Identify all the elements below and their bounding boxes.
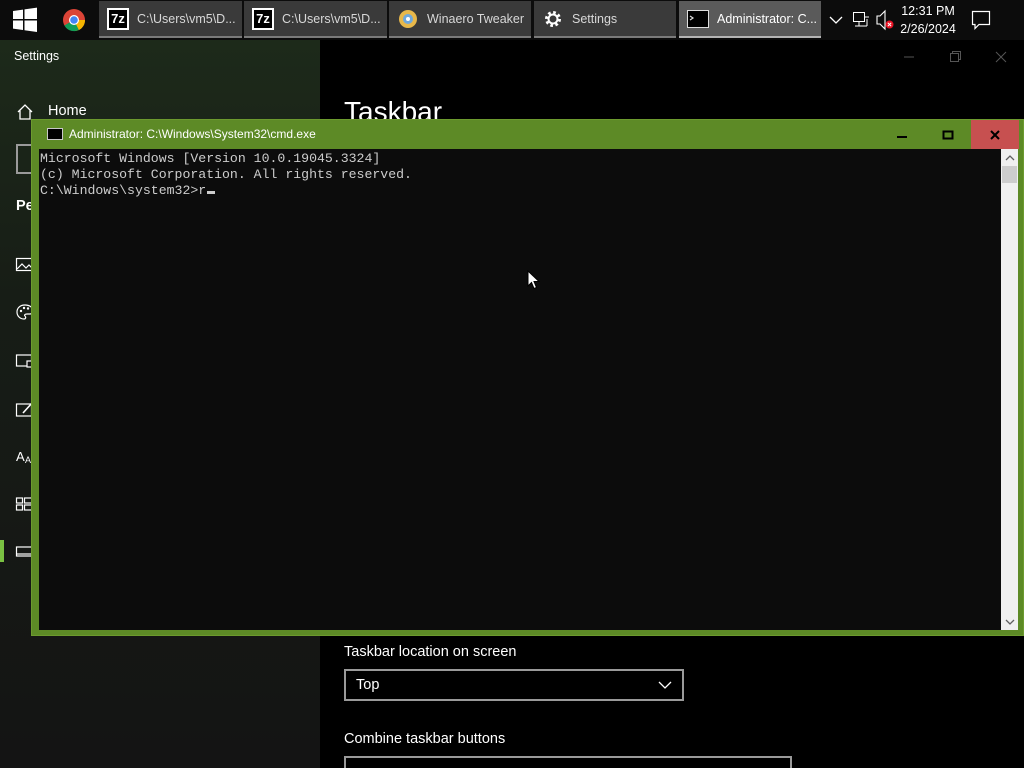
close-icon[interactable] — [978, 44, 1024, 70]
cmd-window-title: Administrator: C:\Windows\System32\cmd.e… — [69, 127, 316, 141]
clock[interactable]: 12:31 PM 2/26/2024 — [895, 2, 961, 38]
winaero-tweaker-icon — [397, 8, 419, 30]
cmd-titlebar[interactable]: Administrator: C:\Windows\System32\cmd.e… — [32, 120, 1023, 149]
gear-icon — [542, 8, 564, 30]
taskbar-location-dropdown[interactable]: Top — [344, 669, 684, 701]
taskbar-button-7zip-2[interactable]: 7z C:\Users\vm5\D... — [244, 1, 387, 38]
clock-time: 12:31 PM — [901, 4, 955, 18]
7zip-icon: 7z — [252, 7, 274, 30]
console-prompt: C:\Windows\system32>r — [40, 183, 207, 198]
7zip-icon: 7z — [107, 7, 129, 30]
close-icon — [990, 129, 1000, 140]
taskbar-button-label: Settings — [572, 11, 618, 26]
chevron-up-icon — [1005, 154, 1014, 160]
vertical-scrollbar[interactable] — [1001, 149, 1018, 630]
sidebar-item-home[interactable]: Home — [48, 103, 87, 119]
cmd-icon — [687, 8, 709, 30]
taskbar-location-value: Top — [356, 677, 380, 693]
maximize-icon — [942, 130, 954, 139]
settings-window-title: Settings — [14, 49, 60, 63]
mouse-pointer-icon — [527, 270, 541, 290]
cmd-minimize-button[interactable] — [879, 120, 925, 149]
chevron-down-icon — [1005, 619, 1014, 625]
combine-buttons-label: Combine taskbar buttons — [344, 731, 506, 747]
taskbar-button-cmd[interactable]: Administrator: C... — [679, 1, 821, 38]
taskbar-button-settings[interactable]: Settings — [534, 1, 676, 38]
taskbar-button-7zip-1[interactable]: 7z C:\Users\vm5\D... — [99, 1, 242, 38]
action-center-icon[interactable] — [970, 0, 992, 40]
taskbar-button-label: C:\Users\vm5\D... — [282, 11, 381, 26]
taskbar-button-label: C:\Users\vm5\D... — [137, 11, 236, 26]
scroll-thumb[interactable] — [1002, 166, 1017, 183]
svg-text:A: A — [16, 449, 25, 464]
network-icon[interactable] — [851, 0, 871, 40]
text-cursor — [207, 191, 216, 194]
chrome-icon — [63, 9, 86, 32]
scroll-down-button[interactable] — [1001, 613, 1018, 630]
windows-logo-icon — [13, 7, 37, 32]
console-output[interactable]: Microsoft Windows [Version 10.0.19045.33… — [39, 149, 1001, 630]
taskbar-button-winaero-tweaker[interactable]: Winaero Tweaker — [389, 1, 531, 38]
desktop: Settings Home Pe A A Taskbar Taskbar loc… — [0, 0, 1024, 768]
console-line: Microsoft Windows [Version 10.0.19045.33… — [40, 151, 381, 166]
minimize-icon[interactable] — [886, 44, 932, 70]
taskbar-location-label: Taskbar location on screen — [344, 644, 517, 660]
chevron-up-icon[interactable] — [828, 0, 844, 40]
clock-date: 2/26/2024 — [900, 22, 956, 36]
volume-muted-icon[interactable] — [875, 0, 895, 40]
start-button[interactable] — [0, 0, 50, 40]
taskbar-button-label: Winaero Tweaker — [427, 11, 525, 26]
cmd-window: Administrator: C:\Windows\System32\cmd.e… — [31, 119, 1024, 636]
scroll-up-button[interactable] — [1001, 149, 1018, 166]
cmd-maximize-button[interactable] — [925, 120, 971, 149]
console-text: Microsoft Windows [Version 10.0.19045.33… — [40, 151, 412, 199]
combine-buttons-dropdown[interactable] — [344, 756, 792, 768]
restore-icon[interactable] — [932, 44, 978, 70]
minimize-icon — [897, 135, 907, 138]
chevron-down-icon — [658, 681, 672, 689]
cmd-icon[interactable] — [47, 128, 63, 140]
taskbar-button-label: Administrator: C... — [717, 11, 818, 26]
cmd-close-button[interactable] — [971, 120, 1019, 149]
chrome-pinned-button[interactable] — [50, 0, 98, 40]
console-line: (c) Microsoft Corporation. All rights re… — [40, 167, 412, 182]
taskbar: 7z C:\Users\vm5\D... 7z C:\Users\vm5\D..… — [0, 0, 1024, 40]
selected-indicator — [0, 540, 4, 562]
console-prompt-line: C:\Windows\system32>r — [40, 183, 412, 199]
